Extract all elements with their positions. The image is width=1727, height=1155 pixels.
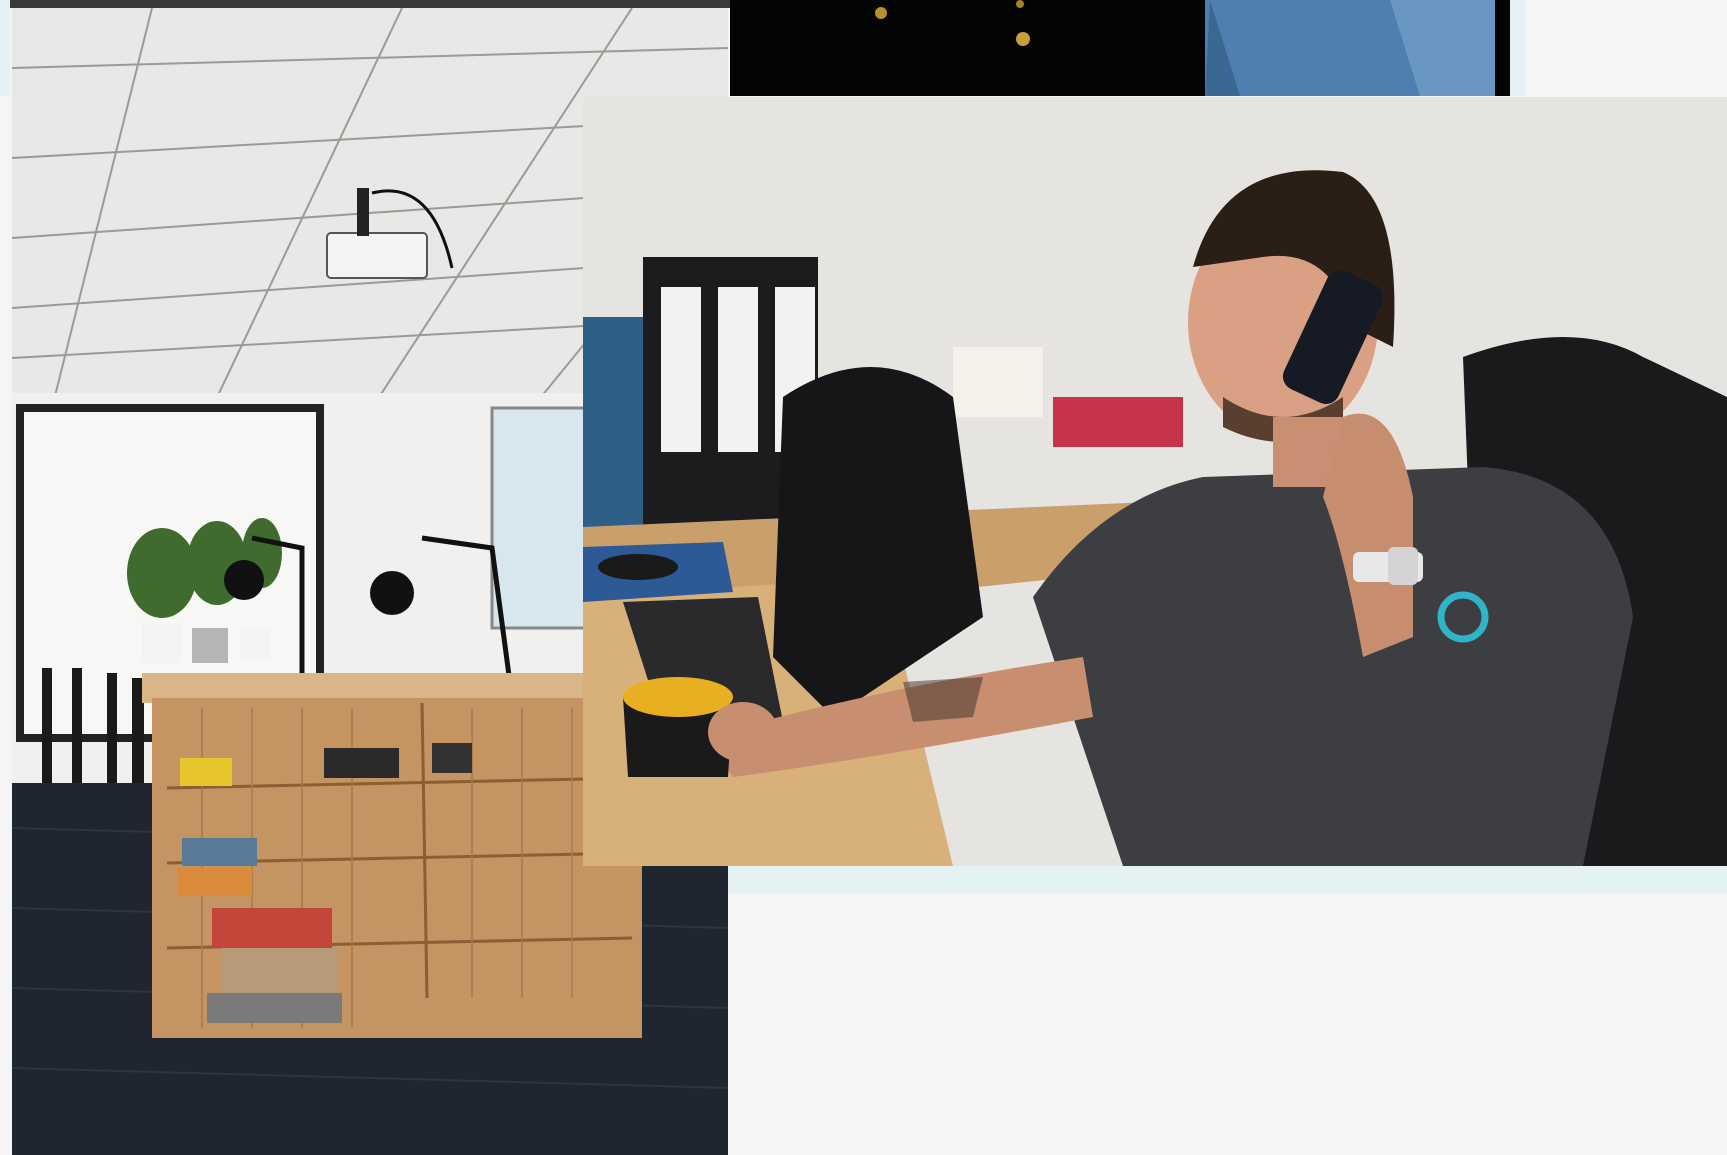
photo-gallery (0, 0, 1727, 1155)
accent-strip (728, 864, 1727, 894)
man-on-phone-photo (583, 97, 1727, 866)
